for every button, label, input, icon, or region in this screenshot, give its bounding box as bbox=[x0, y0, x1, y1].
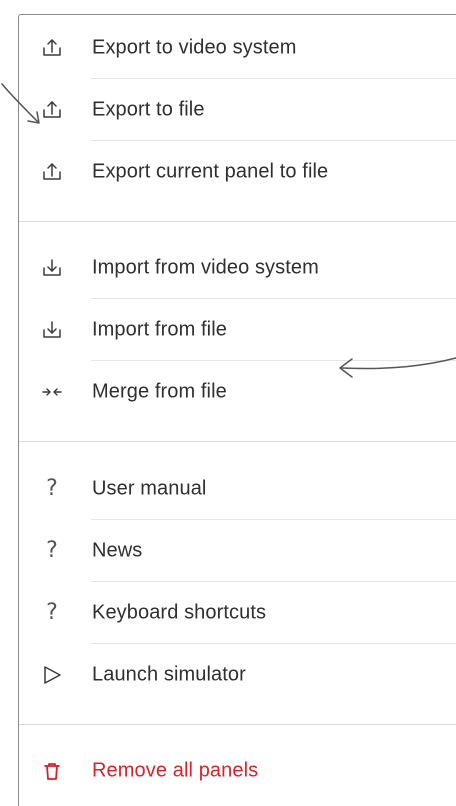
menu-item-news[interactable]: ? News bbox=[19, 520, 456, 582]
group-divider bbox=[19, 724, 456, 725]
menu-item-label: Launch simulator bbox=[92, 663, 246, 686]
group-divider bbox=[19, 221, 456, 222]
menu-item-keyboard-shortcuts[interactable]: ? Keyboard shortcuts bbox=[19, 582, 456, 644]
export-icon bbox=[39, 35, 65, 61]
help-glyph: ? bbox=[46, 538, 58, 563]
menu-item-label: News bbox=[92, 539, 143, 562]
import-icon bbox=[39, 317, 65, 343]
menu-item-launch-simulator[interactable]: Launch simulator bbox=[19, 644, 456, 706]
menu-item-remove-all-panels[interactable]: Remove all panels bbox=[19, 740, 456, 802]
menu-item-label: User manual bbox=[92, 477, 207, 500]
menu-item-export-current-panel-to-file[interactable]: Export current panel to file bbox=[19, 141, 456, 203]
menu-item-label: Remove all panels bbox=[92, 759, 259, 782]
group-divider bbox=[19, 441, 456, 442]
menu-item-label: Export current panel to file bbox=[92, 160, 329, 183]
help-icon: ? bbox=[39, 476, 65, 502]
export-icon bbox=[39, 159, 65, 185]
menu-item-label: Import from video system bbox=[92, 256, 319, 279]
menu-item-export-to-video-system[interactable]: Export to video system bbox=[19, 17, 456, 79]
menu-item-label: Export to video system bbox=[92, 36, 297, 59]
menu-item-label: Export to file bbox=[92, 98, 205, 121]
menu-item-label: Import from file bbox=[92, 318, 227, 341]
menu-item-import-from-video-system[interactable]: Import from video system bbox=[19, 237, 456, 299]
trash-icon bbox=[39, 758, 65, 784]
help-icon: ? bbox=[39, 538, 65, 564]
menu-item-import-from-file[interactable]: Import from file bbox=[19, 299, 456, 361]
actions-menu: Export to video system Export to file Ex… bbox=[18, 14, 456, 806]
help-icon: ? bbox=[39, 600, 65, 626]
menu-item-user-manual[interactable]: ? User manual bbox=[19, 458, 456, 520]
help-glyph: ? bbox=[46, 600, 58, 625]
menu-item-label: Merge from file bbox=[92, 380, 227, 403]
menu-item-merge-from-file[interactable]: Merge from file bbox=[19, 361, 456, 423]
export-icon bbox=[39, 97, 65, 123]
import-icon bbox=[39, 255, 65, 281]
menu-item-label: Keyboard shortcuts bbox=[92, 601, 267, 624]
stage: Export to video system Export to file Ex… bbox=[0, 0, 456, 806]
menu-item-export-to-file[interactable]: Export to file bbox=[19, 79, 456, 141]
help-glyph: ? bbox=[46, 476, 58, 501]
play-icon bbox=[39, 662, 65, 688]
merge-icon bbox=[39, 379, 65, 405]
